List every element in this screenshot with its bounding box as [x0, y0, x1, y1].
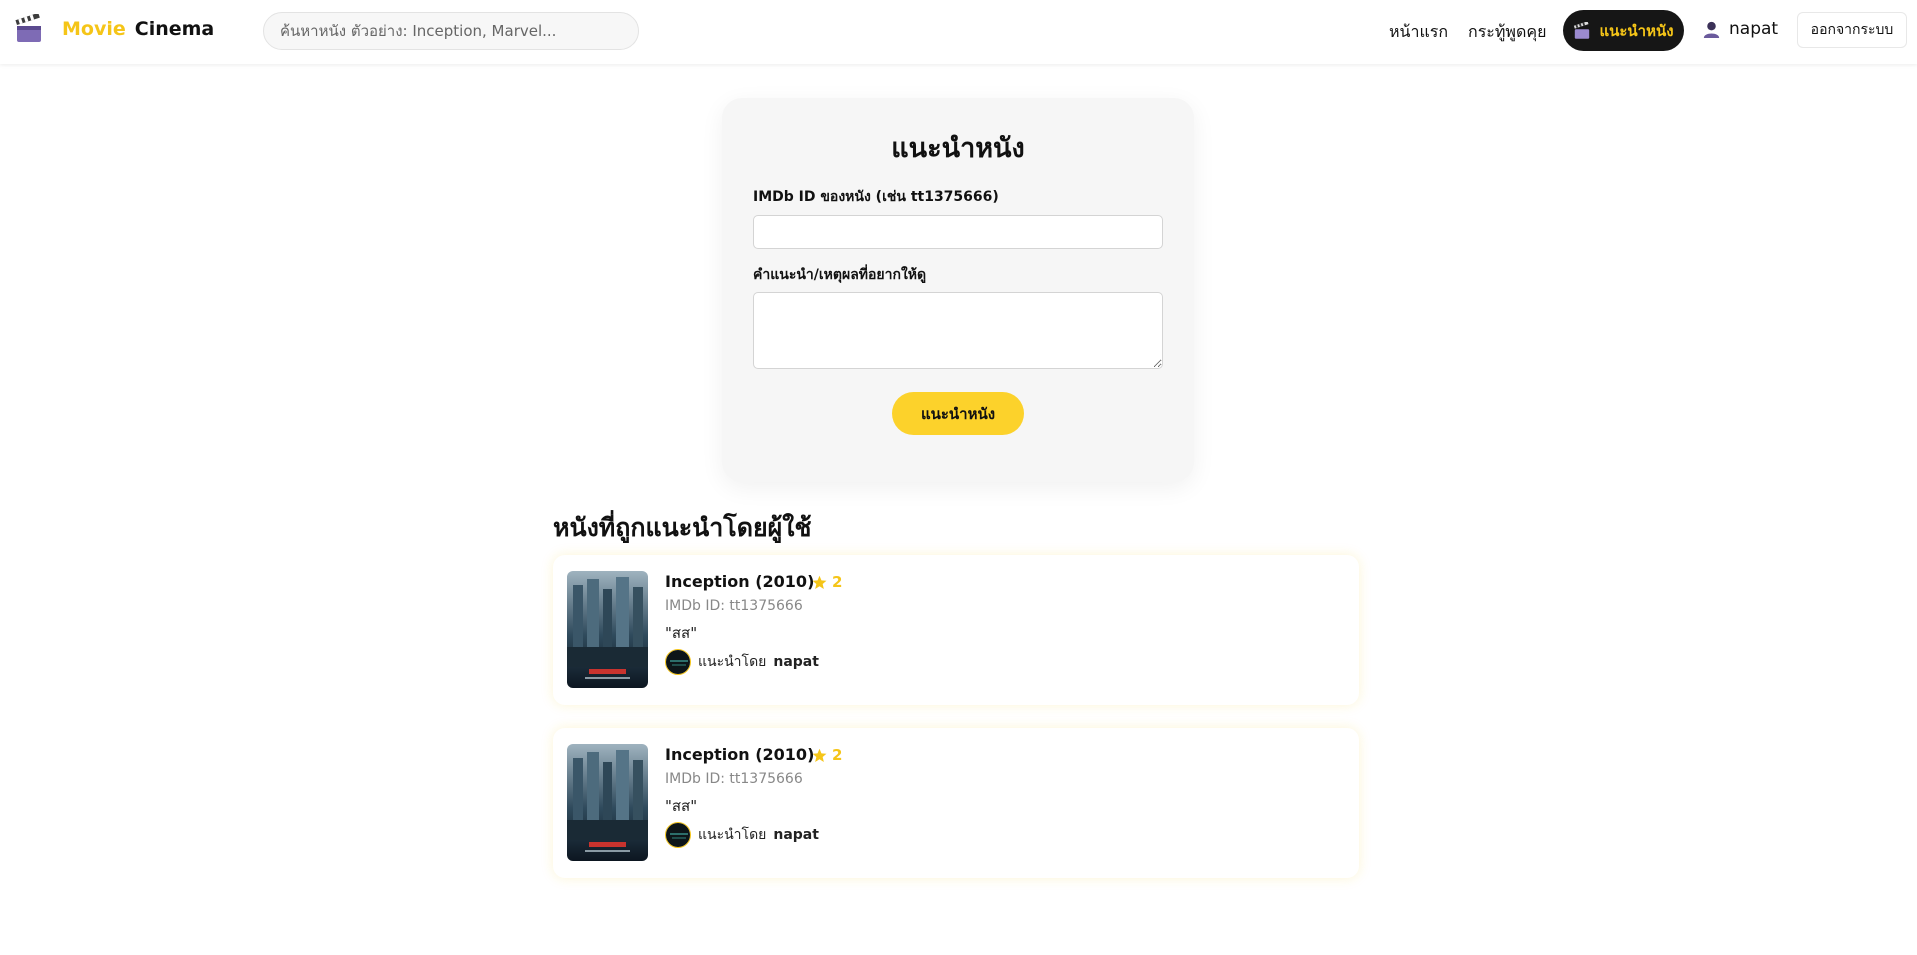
- reason-textarea[interactable]: [753, 292, 1163, 369]
- search-input[interactable]: [263, 12, 639, 50]
- poster-image: [567, 744, 648, 861]
- recommendation-card[interactable]: Inception (2010) 2 IMDb ID: tt1375666 "ส…: [553, 728, 1359, 878]
- recommended-by-prefix: แนะนำโดย: [698, 654, 767, 670]
- avatar: [665, 822, 691, 848]
- rating: 2: [812, 573, 842, 591]
- submit-recommend-button[interactable]: แนะนำหนัง: [892, 392, 1024, 435]
- recommended-by: แนะนำโดย napat: [665, 649, 819, 675]
- movie-poster[interactable]: [567, 571, 648, 688]
- recommend-form: แนะนำหนัง IMDb ID ของหนัง (เช่น tt137566…: [722, 98, 1194, 482]
- movie-title[interactable]: Inception (2010): [665, 745, 814, 764]
- recommendation-card[interactable]: Inception (2010) 2 IMDb ID: tt1375666 "ส…: [553, 555, 1359, 705]
- recommended-by-prefix: แนะนำโดย: [698, 827, 767, 843]
- nav-board-link[interactable]: กระทู้พูดคุย: [1468, 20, 1546, 45]
- imdb-id-input[interactable]: [753, 215, 1163, 249]
- avatar-image: [666, 823, 690, 847]
- nav-recommend-label: แนะนำหนัง: [1599, 21, 1674, 40]
- recommended-by: แนะนำโดย napat: [665, 822, 819, 848]
- comment-text: "สส": [665, 797, 698, 815]
- user-icon: [1703, 21, 1720, 38]
- movie-title[interactable]: Inception (2010): [665, 572, 814, 591]
- comment-text: "สส": [665, 624, 698, 642]
- nav-recommend-button[interactable]: แนะนำหนัง: [1563, 10, 1684, 51]
- brand-movie-text: Movie: [62, 18, 126, 40]
- movie-poster[interactable]: [567, 744, 648, 861]
- reason-label: คำแนะนำ/เหตุผลที่อยากให้ดู: [753, 267, 927, 283]
- star-icon: [812, 575, 827, 589]
- imdb-id-text: IMDb ID: tt1375666: [665, 598, 803, 614]
- rating-value: 2: [832, 573, 843, 591]
- recommended-by-user[interactable]: napat: [773, 654, 819, 670]
- recommendations-heading: หนังที่ถูกแนะนำโดยผู้ใช้: [553, 513, 812, 542]
- clapperboard-icon: [15, 14, 41, 42]
- imdb-id-label: IMDb ID ของหนัง (เช่น tt1375666): [753, 189, 999, 205]
- poster-image: [567, 571, 648, 688]
- form-title: แนะนำหนัง: [891, 133, 1025, 164]
- logout-button[interactable]: ออกจากระบบ: [1797, 12, 1907, 48]
- user-menu[interactable]: napat: [1703, 19, 1778, 39]
- star-icon: [812, 748, 827, 762]
- clapperboard-icon: [1574, 21, 1590, 39]
- rating-value: 2: [832, 746, 843, 764]
- brand[interactable]: Movie Cinema: [14, 14, 214, 44]
- navbar: Movie Cinema หน้าแรก กระทู้พูดคุย แนะนำห…: [0, 0, 1917, 64]
- brand-cinema-text: Cinema: [134, 18, 215, 40]
- imdb-id-text: IMDb ID: tt1375666: [665, 771, 803, 787]
- rating: 2: [812, 746, 842, 764]
- avatar: [665, 649, 691, 675]
- avatar-image: [666, 650, 690, 674]
- recommended-by-user[interactable]: napat: [773, 827, 819, 843]
- username: napat: [1729, 19, 1779, 39]
- nav-home-link[interactable]: หน้าแรก: [1389, 20, 1448, 45]
